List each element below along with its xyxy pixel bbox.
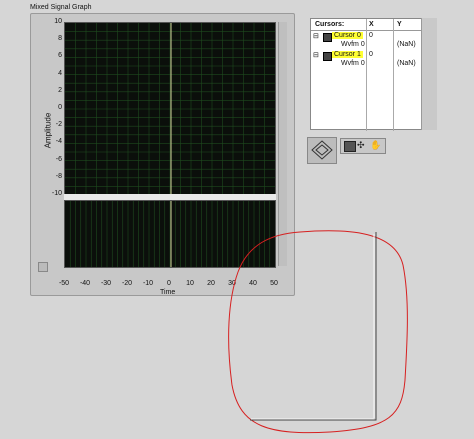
annotation-circle — [228, 230, 408, 434]
empty-frame-outline — [250, 232, 377, 421]
